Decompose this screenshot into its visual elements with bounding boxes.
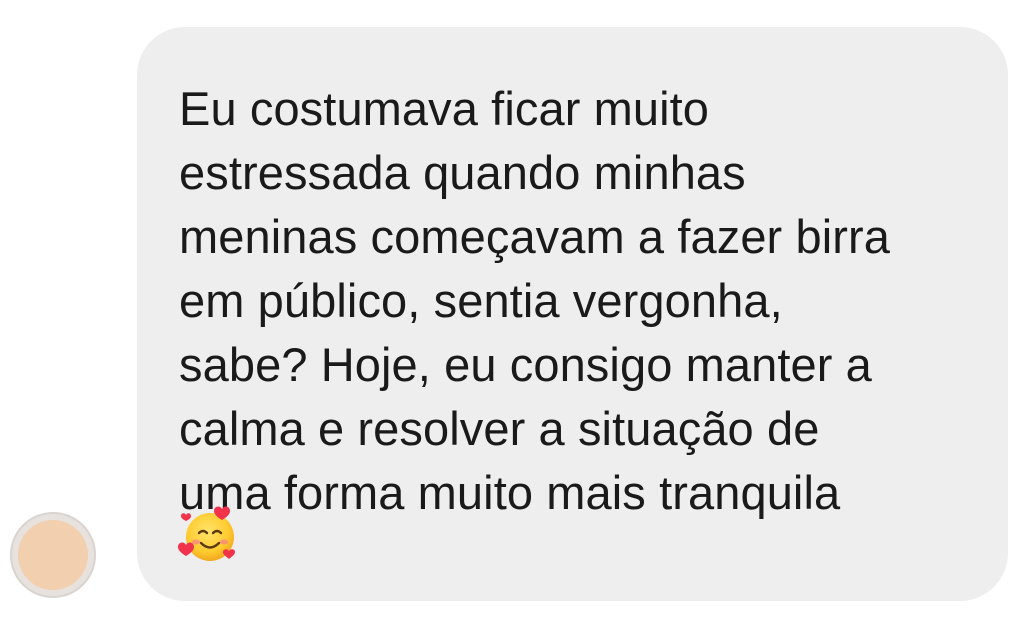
avatar-blurred-face <box>18 520 88 590</box>
message-bubble[interactable]: Eu costumava ficar muito estressada quan… <box>137 27 1008 601</box>
chat-view: Eu costumava ficar muito estressada quan… <box>0 0 1024 622</box>
message-text: Eu costumava ficar muito estressada quan… <box>179 82 890 519</box>
avatar[interactable] <box>10 512 96 598</box>
smiling-face-with-hearts-icon <box>178 506 235 561</box>
